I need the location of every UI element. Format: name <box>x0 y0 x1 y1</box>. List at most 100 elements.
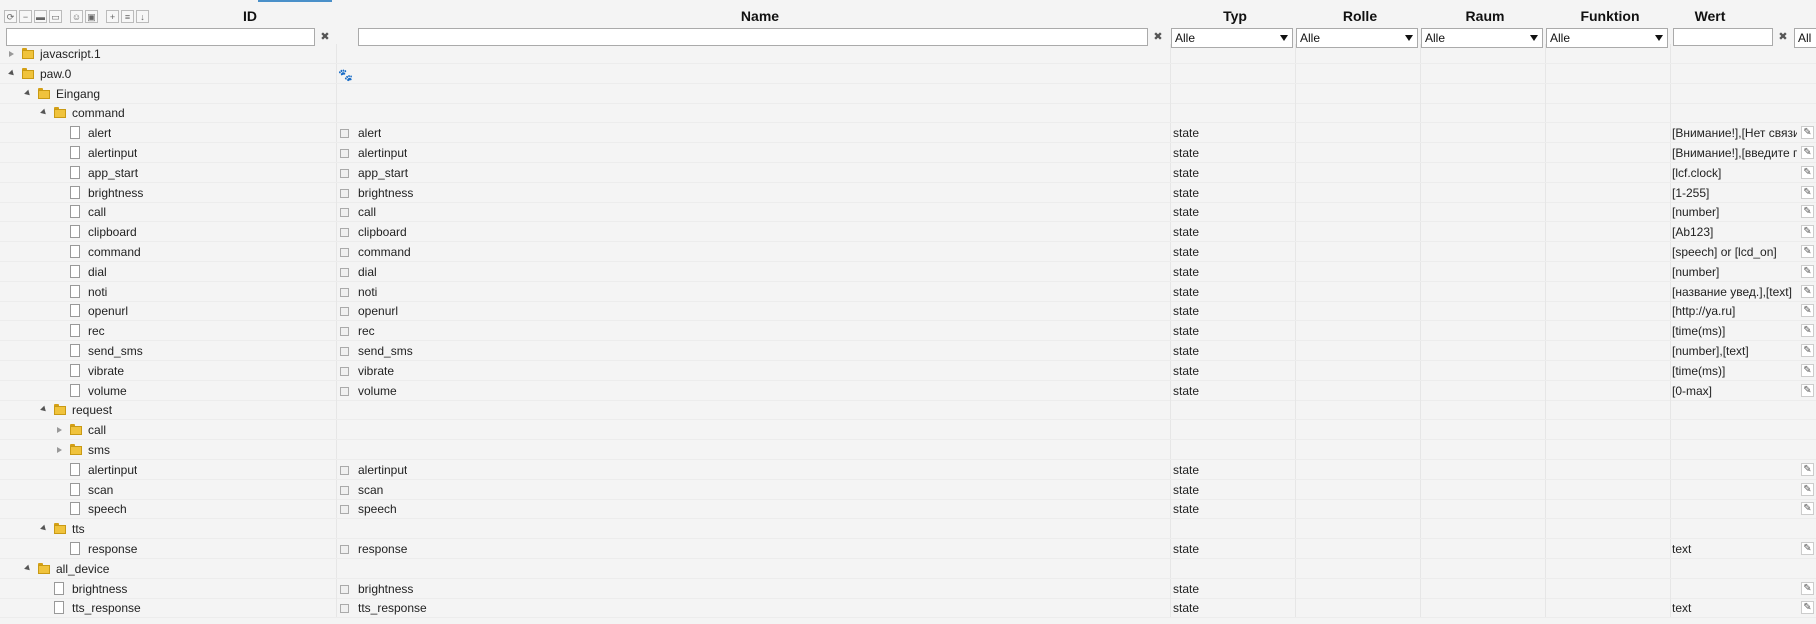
edit-value-icon[interactable]: ✎ <box>1801 225 1814 239</box>
tree-row[interactable]: send_sms send_sms state [number],[text] ✎ <box>0 341 1816 361</box>
column-header-id[interactable]: ID <box>220 8 280 24</box>
object-value[interactable]: [number] <box>1672 262 1797 282</box>
edit-value-icon[interactable]: ✎ <box>1801 126 1814 140</box>
object-value[interactable]: text <box>1672 598 1797 618</box>
edit-value-icon[interactable]: ✎ <box>1801 383 1814 397</box>
tree-row[interactable]: command <box>0 103 1816 124</box>
tree-row[interactable]: scan scan state ✎ <box>0 479 1816 500</box>
tree-row[interactable]: tts <box>0 519 1816 540</box>
edit-value-icon[interactable]: ✎ <box>1801 601 1814 615</box>
object-id[interactable]: all_device <box>56 559 109 579</box>
object-value[interactable]: [0-max] <box>1672 381 1797 401</box>
tree-row[interactable]: response response state text ✎ <box>0 539 1816 559</box>
object-id[interactable]: brightness <box>88 183 143 203</box>
tree-row[interactable]: volume volume state [0-max] ✎ <box>0 380 1816 401</box>
object-value[interactable]: [speech] or [lcd_on] <box>1672 242 1797 262</box>
tree-row[interactable]: clipboard clipboard state [Ab123] ✎ <box>0 222 1816 243</box>
object-id[interactable]: command <box>72 103 125 123</box>
edit-value-icon[interactable]: ✎ <box>1801 185 1814 199</box>
object-id[interactable]: Eingang <box>56 84 100 104</box>
tree-row[interactable]: speech speech state ✎ <box>0 499 1816 520</box>
tree-row[interactable]: tts_response tts_response state text ✎ <box>0 598 1816 619</box>
refresh-icon[interactable]: ⟳ <box>4 9 17 23</box>
object-id[interactable]: call <box>88 202 106 222</box>
tree-row[interactable]: Eingang <box>0 83 1816 104</box>
edit-value-icon[interactable]: ✎ <box>1801 146 1814 159</box>
object-id[interactable]: clipboard <box>88 222 137 242</box>
add-icon[interactable]: + <box>106 9 119 23</box>
collapsed-arrow-icon[interactable] <box>57 427 62 434</box>
expanded-arrow-icon[interactable] <box>24 564 32 573</box>
tree-row[interactable]: alert alert state [Внимание!],[Нет связи ✎ <box>0 123 1816 144</box>
tree-row[interactable]: dial dial state [number] ✎ <box>0 261 1816 282</box>
tree-row[interactable]: alertinput alertinput state ✎ <box>0 459 1816 480</box>
edit-value-icon[interactable]: ✎ <box>1801 304 1814 318</box>
object-id[interactable]: app_start <box>88 163 138 183</box>
object-id[interactable]: tts <box>72 519 85 539</box>
object-id[interactable]: speech <box>88 499 127 519</box>
object-id[interactable]: noti <box>88 282 107 302</box>
edit-value-icon[interactable]: ✎ <box>1801 363 1814 377</box>
object-id[interactable]: paw.0 <box>40 64 71 84</box>
folder-closed-icon[interactable]: ▬ <box>34 9 47 23</box>
sort-icon[interactable]: ≡ <box>121 9 134 23</box>
clear-wert-filter-icon[interactable]: ✖ <box>1778 30 1788 43</box>
object-value[interactable]: [http://ya.ru] <box>1672 301 1797 321</box>
tree-row[interactable]: vibrate vibrate state [time(ms)] ✎ <box>0 360 1816 381</box>
edit-value-icon[interactable]: ✎ <box>1801 284 1814 298</box>
collapse-all-icon[interactable]: − <box>19 9 32 23</box>
card-icon[interactable]: ▣ <box>85 9 98 23</box>
object-id[interactable]: alertinput <box>88 460 137 480</box>
edit-value-icon[interactable]: ✎ <box>1801 581 1814 595</box>
object-id[interactable]: request <box>72 400 112 420</box>
tree-row[interactable]: all_device <box>0 558 1816 579</box>
edit-value-icon[interactable]: ✎ <box>1801 264 1814 278</box>
edit-value-icon[interactable]: ✎ <box>1801 324 1814 338</box>
tree-row[interactable]: call <box>0 420 1816 441</box>
object-id[interactable]: alertinput <box>88 143 137 163</box>
collapsed-arrow-icon[interactable] <box>9 51 14 57</box>
edit-value-icon[interactable]: ✎ <box>1801 462 1814 476</box>
tree-row[interactable]: app_start app_start state [lcf.clock] ✎ <box>0 162 1816 183</box>
object-value[interactable]: [time(ms)] <box>1672 361 1797 381</box>
column-header-wert[interactable]: Wert <box>1670 8 1750 24</box>
download-icon[interactable]: ↓ <box>136 9 149 23</box>
object-value[interactable]: [time(ms)] <box>1672 321 1797 341</box>
edit-value-icon[interactable]: ✎ <box>1801 205 1814 219</box>
object-id[interactable]: command <box>88 242 141 262</box>
tree-row[interactable]: openurl openurl state [http://ya.ru] ✎ <box>0 301 1816 322</box>
object-value[interactable]: [number] <box>1672 202 1797 222</box>
object-value[interactable]: [Внимание!],[введите п <box>1672 143 1797 163</box>
column-header-rolle[interactable]: Rolle <box>1320 8 1400 24</box>
column-header-raum[interactable]: Raum <box>1445 8 1525 24</box>
object-id[interactable]: scan <box>88 480 113 500</box>
expanded-arrow-icon[interactable] <box>40 109 48 117</box>
expanded-arrow-icon[interactable] <box>8 69 16 78</box>
object-id[interactable]: alert <box>88 123 111 143</box>
edit-value-icon[interactable]: ✎ <box>1801 542 1814 555</box>
tree-row[interactable]: brightness brightness state ✎ <box>0 578 1816 599</box>
edit-value-icon[interactable]: ✎ <box>1801 344 1814 357</box>
folder-open-icon[interactable]: ▭ <box>49 9 62 23</box>
tree-row[interactable]: brightness brightness state [1-255] ✎ <box>0 182 1816 203</box>
object-id[interactable]: rec <box>88 321 105 341</box>
expanded-arrow-icon[interactable] <box>24 89 32 97</box>
object-value[interactable]: [Ab123] <box>1672 222 1797 242</box>
object-id[interactable]: response <box>88 539 137 559</box>
column-header-name[interactable]: Name <box>700 8 820 24</box>
object-id[interactable]: javascript.1 <box>40 44 101 64</box>
object-id[interactable]: dial <box>88 262 107 282</box>
tree-row[interactable]: command command state [speech] or [lcd_on] ✎ <box>0 242 1816 262</box>
object-value[interactable]: [название увед.],[text] <box>1672 282 1797 302</box>
tree-row[interactable]: paw.0 🐾 <box>0 63 1816 84</box>
tree-row[interactable]: call call state [number] ✎ <box>0 202 1816 223</box>
object-id[interactable]: openurl <box>88 301 128 321</box>
tree-row[interactable]: javascript.1 <box>0 44 1816 64</box>
object-id[interactable]: brightness <box>72 579 127 599</box>
expanded-arrow-icon[interactable] <box>40 406 48 414</box>
object-id[interactable]: call <box>88 420 106 440</box>
object-value[interactable]: [number],[text] <box>1672 341 1797 361</box>
edit-value-icon[interactable]: ✎ <box>1801 502 1814 516</box>
tree-row[interactable]: sms <box>0 440 1816 460</box>
tree-row[interactable]: alertinput alertinput state [Внимание!],[вв… <box>0 143 1816 163</box>
